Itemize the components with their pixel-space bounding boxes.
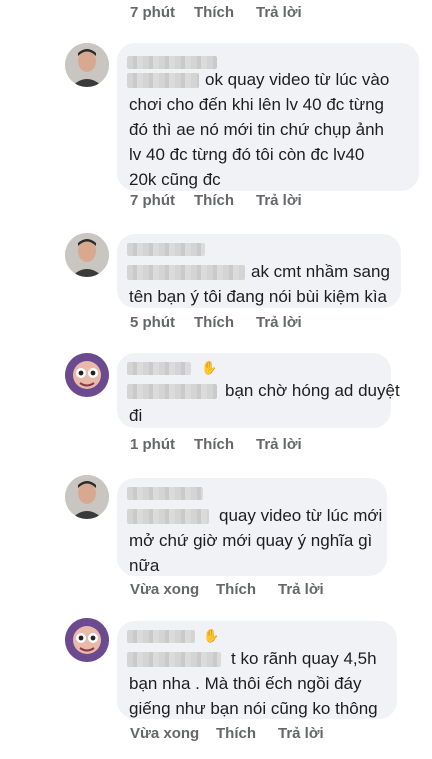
cartoon-face-icon	[65, 353, 109, 397]
reply-button[interactable]: Trả lời	[256, 4, 302, 21]
comment-text: ok quay video từ lúc vào chơi cho đến kh…	[129, 67, 389, 192]
comment-actions: Vừa xong Thích Trả lời	[130, 577, 324, 601]
comment-line: tên bạn ý tôi đang nói bùi kiệm kìa	[129, 287, 387, 306]
person-icon	[65, 475, 109, 519]
comment-item: ✋ t ko rãnh quay 4,5h bạn nha . Mà thôi …	[0, 615, 432, 755]
comment-thread: 7 phút Thích Trả lời ok quay video từ lú…	[0, 0, 432, 759]
blurred-author-name	[127, 243, 205, 256]
comment-text: ak cmt nhầm sang tên bạn ý tôi đang nói …	[129, 259, 390, 309]
user-avatar[interactable]	[65, 43, 109, 87]
comment-actions: 5 phút Thích Trả lời	[130, 310, 302, 334]
user-avatar[interactable]	[65, 618, 109, 662]
blurred-author-name	[127, 630, 195, 643]
comment-line: lv 40 đc từng đó tôi còn đc lv40	[129, 145, 365, 164]
comment-item: quay video từ lúc mới mở chứ giờ mới qua…	[0, 472, 432, 607]
comment-line: ok quay video từ lúc vào	[205, 70, 390, 89]
comment-item: ✋ bạn chờ hóng ad duyệt đi 1 phút Thích …	[0, 350, 432, 460]
reply-button[interactable]: Trả lời	[256, 436, 302, 453]
comment-line: bạn nha . Mà thôi ếch ngồi đáy	[129, 674, 362, 693]
comment-line: quay video từ lúc mới	[219, 506, 383, 525]
comment-time: Vừa xong	[130, 580, 200, 598]
comment-line: giếng như bạn nói cũng ko thông	[129, 699, 378, 718]
blurred-author-name	[127, 362, 191, 375]
comment-text: quay video từ lúc mới mở chứ giờ mới qua…	[129, 503, 382, 578]
comment-time: 7 phút	[130, 191, 175, 209]
user-avatar[interactable]	[65, 353, 109, 397]
comment-line: đi	[129, 406, 143, 425]
user-avatar[interactable]	[65, 475, 109, 519]
wave-badge-icon: ✋	[201, 360, 218, 375]
like-button[interactable]: Thích	[194, 436, 256, 453]
comment-line: nữa	[129, 556, 160, 575]
comment-item: ak cmt nhầm sang tên bạn ý tôi đang nói …	[0, 230, 432, 340]
top-comment-actions: 7 phút Thích Trả lời	[130, 0, 302, 24]
comment-bubble: quay video từ lúc mới mở chứ giờ mới qua…	[117, 478, 387, 576]
comment-time: Vừa xong	[130, 724, 200, 742]
like-button[interactable]: Thích	[216, 581, 278, 598]
comment-actions: 7 phút Thích Trả lời	[130, 188, 302, 212]
blurred-author-name	[127, 487, 203, 500]
like-button[interactable]: Thích	[216, 725, 278, 742]
comment-line: t ko rãnh quay 4,5h	[231, 649, 377, 668]
comment-line: mở chứ giờ mới quay ý nghĩa gì	[129, 531, 373, 550]
comment-bubble: ak cmt nhầm sang tên bạn ý tôi đang nói …	[117, 234, 401, 308]
like-button[interactable]: Thích	[194, 192, 256, 209]
comment-bubble: ok quay video từ lúc vào chơi cho đến kh…	[117, 43, 419, 191]
comment-item: ok quay video từ lúc vào chơi cho đến kh…	[0, 40, 432, 215]
comment-time: 7 phút	[130, 3, 175, 21]
person-icon	[65, 233, 109, 277]
comment-actions: Vừa xong Thích Trả lời	[130, 721, 324, 745]
cartoon-face-icon	[65, 618, 109, 662]
person-icon	[65, 43, 109, 87]
reply-button[interactable]: Trả lời	[278, 581, 324, 598]
comment-bubble: ✋ t ko rãnh quay 4,5h bạn nha . Mà thôi …	[117, 621, 397, 719]
comment-line: ak cmt nhầm sang	[251, 262, 390, 281]
comment-text: t ko rãnh quay 4,5h bạn nha . Mà thôi ếc…	[129, 646, 378, 721]
like-button[interactable]: Thích	[194, 4, 256, 21]
wave-badge-icon: ✋	[203, 628, 220, 643]
reply-button[interactable]: Trả lời	[278, 725, 324, 742]
comment-line: bạn chờ hóng ad duyệt	[225, 381, 400, 400]
like-button[interactable]: Thích	[194, 314, 256, 331]
comment-actions: 1 phút Thích Trả lời	[130, 432, 302, 456]
comment-time: 1 phút	[130, 435, 175, 453]
comment-line: chơi cho đến khi lên lv 40 đc từng	[129, 95, 385, 114]
comment-line: đó thì ae nó mới tin chứ chụp ảnh	[129, 120, 385, 139]
comment-bubble: ✋ bạn chờ hóng ad duyệt đi	[117, 353, 400, 428]
comment-text: bạn chờ hóng ad duyệt đi	[129, 378, 400, 428]
reply-button[interactable]: Trả lời	[256, 192, 302, 209]
user-avatar[interactable]	[65, 233, 109, 277]
comment-time: 5 phút	[130, 313, 175, 331]
reply-button[interactable]: Trả lời	[256, 314, 302, 331]
